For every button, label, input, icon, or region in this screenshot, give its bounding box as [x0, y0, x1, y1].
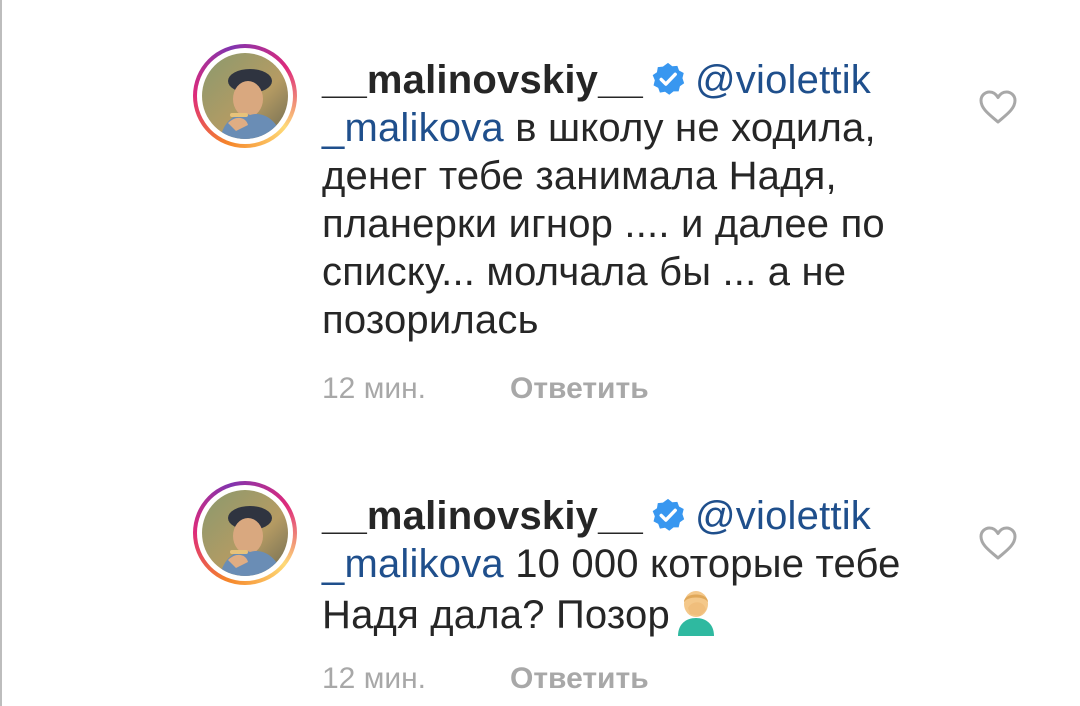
comment-timestamp: 12 мин.: [322, 662, 426, 695]
comment-username[interactable]: __malinovskiy__: [322, 58, 643, 102]
comment-body: __malinovskiy__ @violettik _malikova в ш…: [322, 56, 942, 344]
comment-meta: 12 мин. Ответить: [322, 662, 649, 696]
comments-screen: __malinovskiy__ @violettik _malikova в ш…: [0, 0, 1080, 706]
verified-badge-icon: [652, 62, 685, 95]
avatar-image-icon: [202, 53, 288, 139]
avatar[interactable]: [193, 481, 297, 585]
avatar[interactable]: [193, 44, 297, 148]
facepalm-emoji-icon: [677, 591, 714, 636]
heart-outline-icon[interactable]: [978, 89, 1018, 125]
comment-username[interactable]: __malinovskiy__: [322, 494, 643, 538]
avatar-photo: [202, 490, 288, 576]
avatar-image-icon: [202, 490, 288, 576]
reply-button[interactable]: Ответить: [510, 372, 649, 405]
verified-badge-icon: [652, 498, 685, 531]
comment-timestamp: 12 мин.: [322, 372, 426, 405]
screen-edge-divider: [0, 0, 2, 706]
avatar-photo: [202, 53, 288, 139]
heart-outline-icon[interactable]: [978, 525, 1018, 561]
comment-meta: 12 мин. Ответить: [322, 372, 649, 406]
comment-body: __malinovskiy__ @violettik _malikova 10 …: [322, 492, 942, 639]
reply-button[interactable]: Ответить: [510, 662, 649, 695]
